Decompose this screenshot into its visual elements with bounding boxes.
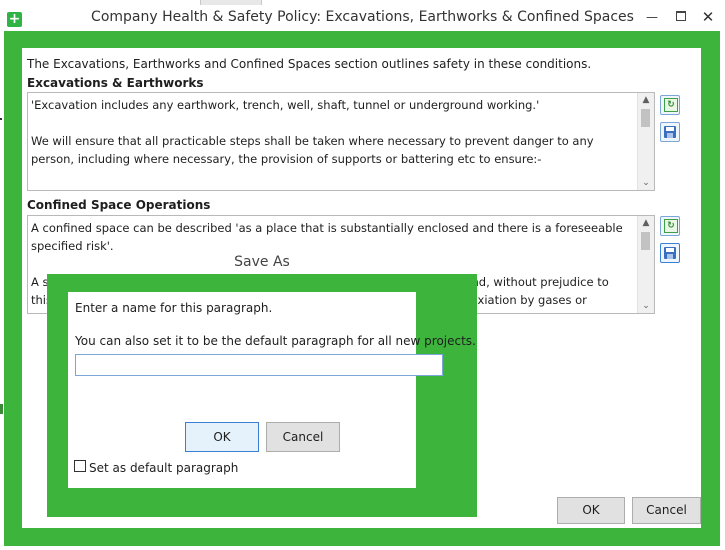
excavations-text: 'Excavation includes any earthwork, tren… bbox=[31, 98, 594, 190]
confined-scrollbar[interactable]: ▲ ⌄ bbox=[637, 216, 654, 313]
minimize-button[interactable]: — bbox=[638, 7, 666, 27]
default-paragraph-checkbox[interactable] bbox=[74, 460, 86, 472]
refresh-icon: ↻ bbox=[664, 219, 678, 233]
save-button-1[interactable] bbox=[660, 122, 680, 142]
scroll-thumb[interactable] bbox=[641, 109, 650, 127]
close-button[interactable]: ✕ bbox=[694, 7, 722, 27]
save-disk-icon bbox=[664, 126, 676, 138]
dialog-prompt: Enter a name for this paragraph. bbox=[75, 301, 273, 315]
scroll-down-icon[interactable]: ⌄ bbox=[638, 176, 654, 190]
checkbox-label[interactable]: Set as default paragraph bbox=[89, 461, 238, 475]
dialog-cancel-button[interactable]: Cancel bbox=[266, 422, 340, 452]
dialog-subprompt: You can also set it to be the default pa… bbox=[75, 334, 476, 348]
dialog-title[interactable]: Save As bbox=[47, 250, 477, 275]
scroll-thumb[interactable] bbox=[641, 232, 650, 250]
left-edge-dot bbox=[0, 118, 2, 120]
title-bar[interactable]: + Company Health & Safety Policy: Excava… bbox=[0, 5, 725, 31]
refresh-icon: ↻ bbox=[664, 98, 678, 112]
maximize-icon bbox=[676, 11, 686, 21]
maximize-button[interactable] bbox=[667, 7, 695, 27]
section-heading-confined: Confined Space Operations bbox=[27, 198, 211, 212]
excavations-scrollbar[interactable]: ▲ ⌄ bbox=[637, 93, 654, 190]
save-button-2[interactable] bbox=[660, 243, 680, 263]
save-disk-icon bbox=[664, 247, 676, 259]
excavations-textbox[interactable]: 'Excavation includes any earthwork, tren… bbox=[27, 92, 655, 191]
scroll-down-icon[interactable]: ⌄ bbox=[638, 299, 654, 313]
dialog-content-panel bbox=[68, 292, 416, 488]
left-edge-mark bbox=[0, 404, 3, 414]
cancel-button[interactable]: Cancel bbox=[632, 497, 701, 524]
scroll-up-icon[interactable]: ▲ bbox=[638, 216, 654, 230]
window-title: Company Health & Safety Policy: Excavati… bbox=[91, 9, 634, 25]
refresh-button-1[interactable]: ↻ bbox=[660, 95, 680, 115]
scroll-up-icon[interactable]: ▲ bbox=[638, 93, 654, 107]
intro-text: The Excavations, Earthworks and Confined… bbox=[27, 57, 592, 71]
refresh-button-2[interactable]: ↻ bbox=[660, 216, 680, 236]
section-heading-excavations: Excavations & Earthworks bbox=[27, 76, 204, 90]
ok-button[interactable]: OK bbox=[557, 497, 625, 524]
dialog-ok-button[interactable]: OK bbox=[185, 422, 259, 452]
paragraph-name-input[interactable] bbox=[75, 354, 443, 376]
